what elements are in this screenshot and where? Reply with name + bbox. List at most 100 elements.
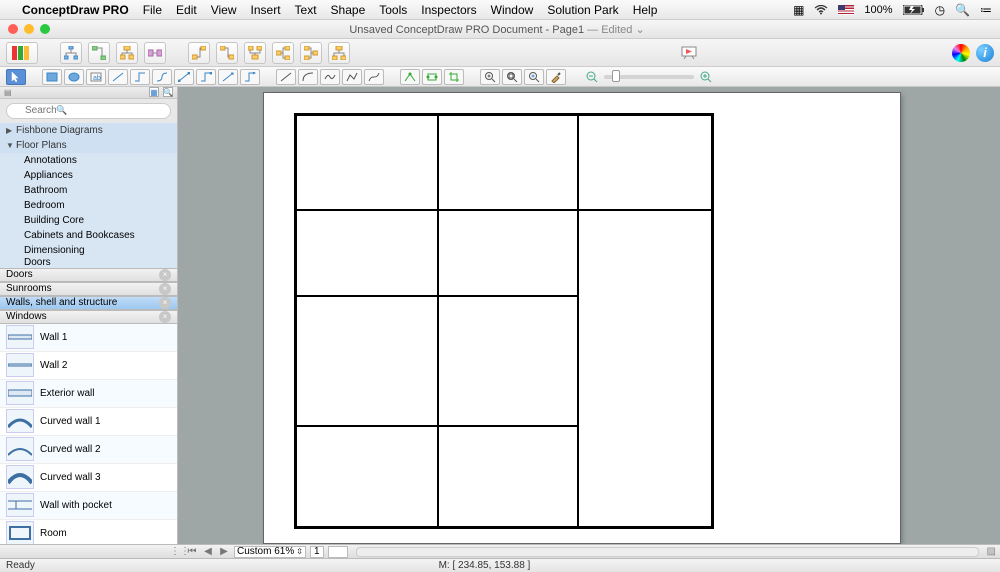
conn-tool-6[interactable] xyxy=(240,69,260,85)
drawing-paper[interactable] xyxy=(264,93,900,543)
wifi-icon[interactable] xyxy=(814,5,828,15)
menu-view[interactable]: View xyxy=(211,3,237,17)
edit-conn-tool[interactable] xyxy=(422,69,442,85)
shape-wall-1[interactable]: Wall 1 xyxy=(0,324,177,352)
tree-fishbone[interactable]: ▶Fishbone Diagrams xyxy=(0,123,177,138)
library-menu-icon[interactable]: ▤ xyxy=(0,88,12,97)
menu-file[interactable]: File xyxy=(143,3,162,17)
zoom-fit-tool[interactable] xyxy=(502,69,522,85)
presentation-button[interactable] xyxy=(678,42,700,64)
page-tab-1[interactable]: 1 xyxy=(310,546,324,558)
tree-sub-appliances[interactable]: Appliances xyxy=(0,168,177,183)
crop-tool[interactable] xyxy=(444,69,464,85)
clock-icon[interactable]: ◷ xyxy=(935,3,945,17)
zoom-in-tool[interactable] xyxy=(480,69,500,85)
palette-button[interactable] xyxy=(6,42,38,64)
close-icon[interactable]: × xyxy=(159,311,171,323)
conn-tool-1[interactable] xyxy=(130,69,150,85)
shape-room[interactable]: Room xyxy=(0,520,177,544)
menu-insert[interactable]: Insert xyxy=(251,3,281,17)
polyline-tool[interactable] xyxy=(342,69,362,85)
tree-sub-doors[interactable]: Doors xyxy=(0,258,177,268)
zoom-actual-tool[interactable] xyxy=(524,69,544,85)
rect-tool[interactable] xyxy=(42,69,62,85)
panel-collapse-icon[interactable]: ⋮⋮ xyxy=(170,546,182,557)
shape-exterior-wall[interactable]: Exterior wall xyxy=(0,380,177,408)
battery-icon[interactable] xyxy=(903,5,925,15)
conn-tool-5[interactable] xyxy=(218,69,238,85)
menu-shape[interactable]: Shape xyxy=(331,3,366,17)
tree-tool-button[interactable] xyxy=(60,42,82,64)
shape-curved-wall-1[interactable]: Curved wall 1 xyxy=(0,408,177,436)
close-icon[interactable]: × xyxy=(159,283,171,295)
floor-plan-drawing[interactable] xyxy=(294,113,714,529)
close-window-button[interactable] xyxy=(8,24,18,34)
text-tool[interactable]: ab xyxy=(86,69,106,85)
shape-wall-2[interactable]: Wall 2 xyxy=(0,352,177,380)
zoom-out-button[interactable] xyxy=(582,69,602,85)
layout2-button[interactable] xyxy=(272,42,294,64)
conn-tool-2[interactable] xyxy=(152,69,172,85)
chain-tool-button[interactable] xyxy=(88,42,110,64)
menu-help[interactable]: Help xyxy=(633,3,658,17)
page-prev-button[interactable]: ◀ xyxy=(202,546,214,557)
search-icon[interactable]: 🔍 xyxy=(955,3,970,17)
menu-solution-park[interactable]: Solution Park xyxy=(547,3,618,17)
shape-curved-wall-2[interactable]: Curved wall 2 xyxy=(0,436,177,464)
canvas-area[interactable] xyxy=(178,87,1000,544)
library-search-input[interactable] xyxy=(6,103,171,119)
resize-grip-icon[interactable]: ▨ xyxy=(987,546,996,557)
grid-icon[interactable]: ▦ xyxy=(793,3,804,17)
layout1-button[interactable] xyxy=(244,42,266,64)
bezier-tool[interactable] xyxy=(364,69,384,85)
close-icon[interactable]: × xyxy=(159,297,171,309)
shape-wall-pocket[interactable]: Wall with pocket xyxy=(0,492,177,520)
flow-tool-button[interactable] xyxy=(144,42,166,64)
menu-extras-icon[interactable]: ≔ xyxy=(980,3,992,17)
app-menu[interactable]: ConceptDraw PRO xyxy=(22,3,129,17)
orgchart-tool-button[interactable] xyxy=(116,42,138,64)
layout4-button[interactable] xyxy=(328,42,350,64)
align-tool-button[interactable] xyxy=(188,42,210,64)
tree-floorplans[interactable]: ▼Floor Plans xyxy=(0,138,177,153)
close-icon[interactable]: × xyxy=(159,269,171,281)
lib-doors[interactable]: Doors× xyxy=(0,268,177,282)
tree-sub-dimensioning[interactable]: Dimensioning xyxy=(0,243,177,258)
ellipse-tool[interactable] xyxy=(64,69,84,85)
view-grid-button[interactable]: ▦ xyxy=(149,87,159,97)
menu-text[interactable]: Text xyxy=(295,3,317,17)
lib-walls[interactable]: Walls, shell and structure× xyxy=(0,296,177,310)
line-tool[interactable] xyxy=(108,69,128,85)
title-dropdown-icon[interactable]: ⌄ xyxy=(635,24,644,36)
horizontal-scrollbar[interactable] xyxy=(356,547,979,557)
menu-inspectors[interactable]: Inspectors xyxy=(421,3,476,17)
layout3-button[interactable] xyxy=(300,42,322,64)
minimize-window-button[interactable] xyxy=(24,24,34,34)
conn-tool-4[interactable] xyxy=(196,69,216,85)
page-add-button[interactable] xyxy=(328,546,348,558)
tree-sub-bedroom[interactable]: Bedroom xyxy=(0,198,177,213)
tree-sub-cabinets[interactable]: Cabinets and Bookcases xyxy=(0,228,177,243)
menu-edit[interactable]: Edit xyxy=(176,3,197,17)
page-first-button[interactable]: ⏮ xyxy=(186,546,198,557)
conn-tool-3[interactable] xyxy=(174,69,194,85)
color-wheel-button[interactable] xyxy=(952,44,970,62)
eyedropper-tool[interactable] xyxy=(546,69,566,85)
distribute-tool-button[interactable] xyxy=(216,42,238,64)
menu-window[interactable]: Window xyxy=(491,3,534,17)
flag-icon[interactable] xyxy=(838,5,854,15)
zoom-level-field[interactable]: Custom 61% ⇳ xyxy=(234,546,306,558)
zoom-in-button[interactable] xyxy=(696,69,716,85)
lib-windows[interactable]: Windows× xyxy=(0,310,177,324)
page-next-button[interactable]: ▶ xyxy=(218,546,230,557)
shape-curved-wall-3[interactable]: Curved wall 3 xyxy=(0,464,177,492)
tree-sub-bathroom[interactable]: Bathroom xyxy=(0,183,177,198)
spline-tool[interactable] xyxy=(320,69,340,85)
menu-tools[interactable]: Tools xyxy=(379,3,407,17)
view-search-button[interactable]: 🔍 xyxy=(163,87,173,97)
lib-sunrooms[interactable]: Sunrooms× xyxy=(0,282,177,296)
line-draw-tool[interactable] xyxy=(276,69,296,85)
tree-sub-annotations[interactable]: Annotations xyxy=(0,153,177,168)
edit-points-tool[interactable] xyxy=(400,69,420,85)
tree-sub-building-core[interactable]: Building Core xyxy=(0,213,177,228)
